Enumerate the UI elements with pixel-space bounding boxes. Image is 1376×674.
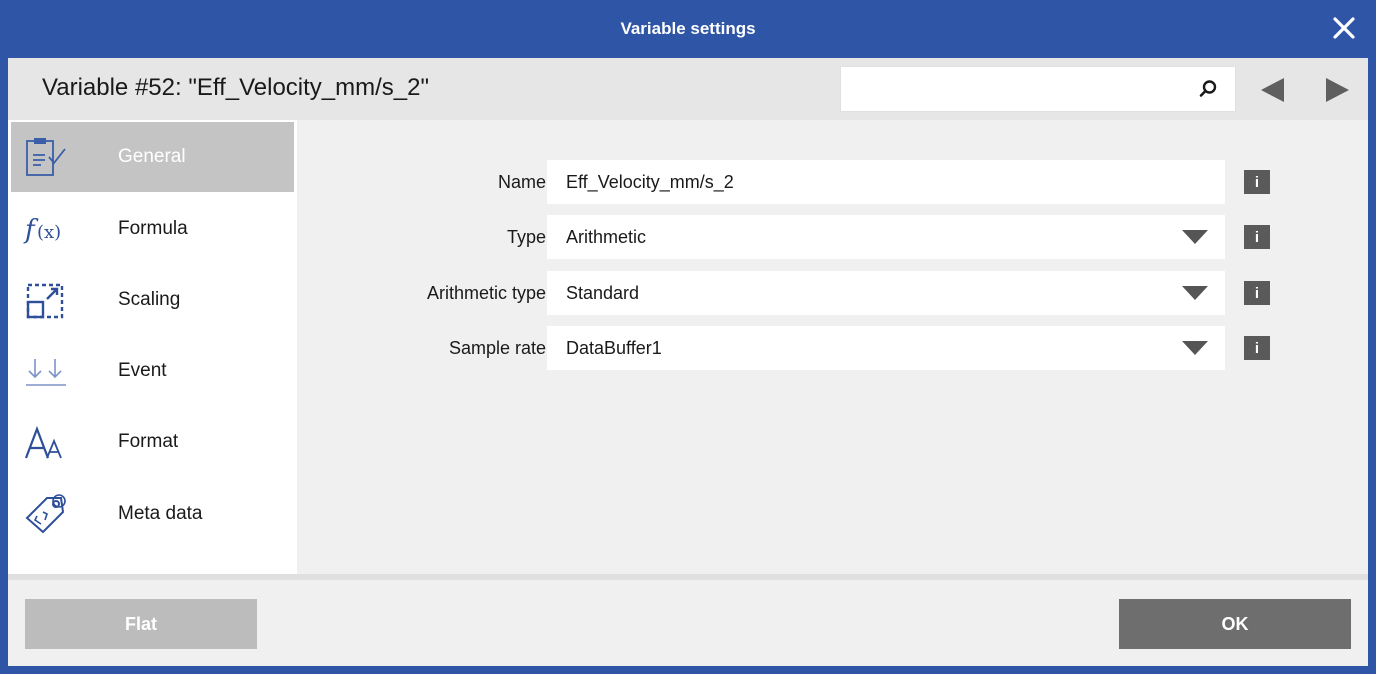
info-icon: i bbox=[1254, 228, 1260, 246]
type-dropdown[interactable]: Arithmetic bbox=[547, 215, 1225, 259]
name-row: Name Eff_Velocity_mm/s_2 i bbox=[297, 160, 1368, 206]
sidebar-item-label: Event bbox=[118, 360, 167, 381]
previous-variable-button[interactable] bbox=[1258, 76, 1288, 104]
sidebar-item-formula[interactable]: f (x) Formula bbox=[11, 194, 294, 264]
sidebar-item-label: Formula bbox=[118, 218, 188, 239]
variable-title: Variable #52: "Eff_Velocity_mm/s_2" bbox=[42, 74, 430, 101]
name-info-button[interactable]: i bbox=[1244, 170, 1270, 194]
footer: Flat OK bbox=[8, 580, 1368, 666]
name-field[interactable]: Eff_Velocity_mm/s_2 bbox=[547, 160, 1225, 204]
title-bar: Variable settings bbox=[0, 0, 1376, 58]
sidebar-item-label: Scaling bbox=[118, 289, 181, 310]
arithmetic-type-row: Arithmetic type Standard i bbox=[297, 271, 1368, 317]
search-icon bbox=[1199, 80, 1217, 97]
triangle-left-icon bbox=[1261, 78, 1284, 102]
name-value: Eff_Velocity_mm/s_2 bbox=[566, 172, 734, 192]
info-icon: i bbox=[1254, 173, 1260, 191]
type-label: Type bbox=[506, 227, 546, 247]
sample-rate-value: DataBuffer1 bbox=[566, 338, 662, 358]
event-icon bbox=[23, 349, 69, 395]
format-icon bbox=[23, 420, 69, 466]
name-label: Name bbox=[497, 172, 546, 192]
ok-button[interactable]: OK bbox=[1119, 599, 1351, 649]
search-button[interactable] bbox=[1185, 71, 1231, 107]
general-settings-panel: Name Eff_Velocity_mm/s_2 i Type Arithmet… bbox=[297, 120, 1368, 574]
close-button[interactable] bbox=[1330, 14, 1358, 42]
sidebar: General f (x) Formula Scaling Event Form… bbox=[8, 120, 297, 574]
sample-rate-info-button[interactable]: i bbox=[1244, 336, 1270, 360]
sample-rate-dropdown[interactable]: DataBuffer1 bbox=[547, 326, 1225, 370]
svg-text:(x): (x) bbox=[37, 222, 61, 243]
variable-settings-dialog: Variable settings Variable #52: "Eff_Vel… bbox=[0, 0, 1376, 674]
type-row: Type Arithmetic i bbox=[297, 215, 1368, 261]
sidebar-item-label: Meta data bbox=[118, 503, 203, 524]
general-icon bbox=[23, 135, 69, 181]
info-icon: i bbox=[1254, 339, 1260, 357]
dropdown-arrow-icon bbox=[1182, 341, 1208, 355]
dialog-title: Variable settings bbox=[620, 19, 756, 38]
scaling-icon bbox=[23, 278, 69, 324]
dropdown-arrow-icon bbox=[1182, 286, 1208, 300]
close-icon bbox=[1333, 17, 1355, 39]
arithmetic-type-value: Standard bbox=[566, 283, 640, 303]
dialog-body: Variable #52: "Eff_Velocity_mm/s_2" Gene… bbox=[8, 58, 1368, 666]
arithmetic-type-dropdown[interactable]: Standard bbox=[547, 271, 1225, 315]
arithmetic-type-label: Arithmetic type bbox=[426, 283, 546, 303]
search-input[interactable] bbox=[841, 67, 1185, 111]
header-bar: Variable #52: "Eff_Velocity_mm/s_2" bbox=[8, 58, 1368, 120]
sidebar-item-format[interactable]: Format bbox=[11, 407, 294, 477]
flat-button[interactable]: Flat bbox=[25, 599, 257, 649]
sample-rate-row: Sample rate DataBuffer1 i bbox=[297, 326, 1368, 372]
sidebar-item-event[interactable]: Event bbox=[11, 336, 294, 406]
sidebar-item-general[interactable]: General bbox=[11, 122, 294, 192]
next-variable-button[interactable] bbox=[1322, 76, 1352, 104]
triangle-right-icon bbox=[1326, 78, 1349, 102]
sidebar-item-meta-data[interactable]: Meta data bbox=[11, 479, 294, 549]
type-info-button[interactable]: i bbox=[1244, 225, 1270, 249]
sidebar-item-label: Format bbox=[118, 431, 179, 452]
sidebar-item-label: General bbox=[118, 146, 186, 167]
meta-data-icon bbox=[23, 492, 69, 538]
type-value: Arithmetic bbox=[566, 227, 647, 247]
arithmetic-type-info-button[interactable]: i bbox=[1244, 281, 1270, 305]
formula-icon: f (x) bbox=[23, 207, 69, 253]
info-icon: i bbox=[1254, 284, 1260, 302]
sample-rate-label: Sample rate bbox=[448, 338, 546, 358]
sidebar-item-scaling[interactable]: Scaling bbox=[11, 265, 294, 335]
search-box bbox=[840, 66, 1236, 112]
dropdown-arrow-icon bbox=[1182, 230, 1208, 244]
